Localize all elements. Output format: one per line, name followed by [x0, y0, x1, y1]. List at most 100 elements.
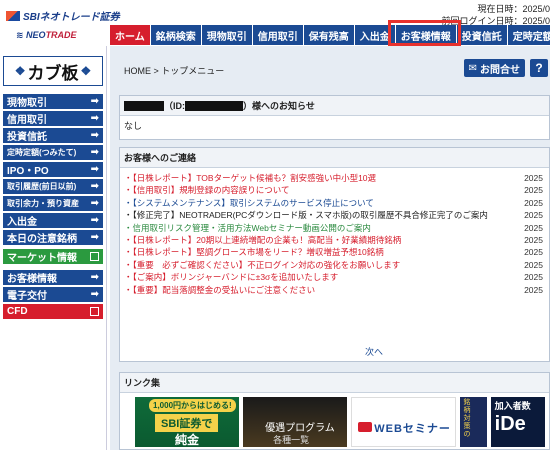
neotrade-logo[interactable]: ≋ NEOTRADE [16, 30, 77, 41]
news-link[interactable]: ・【日株レポート】20期以上連続増配の企業も！高配当・好業績期待銘柄 [124, 234, 401, 246]
arrow-right-icon: ➡ [90, 181, 99, 192]
sidebar-item-label: 本日の注意銘柄 [7, 234, 77, 245]
sidebar-item-ipo-po[interactable]: IPO・PO ➡ [3, 162, 103, 177]
current-datetime: 現在日時：2025/0 [477, 4, 550, 14]
tab-margin-trading[interactable]: 信用取引 [252, 25, 304, 45]
news-link[interactable]: ・【重要 必ずご確認ください】不正ログイン対応の強化をお願いします [124, 259, 400, 271]
help-button[interactable]: ? [530, 59, 548, 77]
sidebar-item-label: お客様情報 [7, 274, 57, 285]
banner-preferential-program[interactable]: 優遇プログラム 各種一覧 [243, 397, 348, 447]
sidebar-item-fixed-amount[interactable]: 定時定額(つみたて) ➡ [3, 145, 103, 160]
arrow-right-icon: ➡ [90, 147, 99, 158]
banner-text: SBI証券で [155, 414, 219, 432]
list-item[interactable]: ・【日株レポート】TOBターゲット候補も？割安感強い中小型10選 2025 [124, 172, 545, 184]
banner-text: 各種一覧 [273, 435, 310, 445]
news-date: 2025 [524, 222, 543, 233]
news-date: 2025 [524, 235, 543, 246]
tab-investment-trust[interactable]: 投資信託 [456, 25, 508, 45]
news-panel: お客様へのご連絡 ・【日株レポート】TOBターゲット候補も？割安感強い中小型10… [119, 147, 550, 362]
sidebar-item-customer-info[interactable]: お客様情報 ➡ [3, 270, 103, 285]
banner-text: iDe [494, 413, 526, 435]
banner-row: 1,000円からはじめる! SBI証券で 純金 優遇プログラム 各種一覧 WEB… [120, 393, 549, 447]
sidebar-item-trade-history[interactable]: 取引履歴(前日以前) ➡ [3, 179, 103, 194]
sidebar-item-caution-stocks[interactable]: 本日の注意銘柄 ➡ [3, 230, 103, 245]
links-panel: リンク集 1,000円からはじめる! SBI証券で 純金 優遇プログラム 各種一… [119, 372, 550, 450]
tab-fixed-amount[interactable]: 定時定額 [507, 25, 550, 45]
news-date: 2025 [524, 259, 543, 270]
banner-text: 加入者数 [494, 401, 531, 411]
external-window-icon [90, 307, 99, 316]
list-item[interactable]: ・【信用取引】規制登録の内容誤りについて 2025 [124, 184, 545, 196]
sidebar-item-label: 電子交付 [7, 291, 47, 302]
kabuita-banner[interactable]: ❖ カブ板 ❖ [3, 56, 103, 86]
news-link[interactable]: ・【システムメンテナンス】取引システムのサービス停止について [124, 197, 374, 209]
arrow-right-icon: ➡ [90, 272, 99, 283]
news-list: ・【日株レポート】TOBターゲット候補も？割安感強い中小型10選 2025 ・【信… [120, 168, 549, 296]
banner-web-seminar[interactable]: WEBセミナー [351, 397, 456, 447]
news-link[interactable]: ・信用取引リスク管理・活用方法Webセミナー動画公開のご案内 [124, 222, 371, 234]
next-page-link[interactable]: 次へ [365, 345, 383, 358]
news-date: 2025 [524, 185, 543, 196]
list-item[interactable]: ・信用取引リスク管理・活用方法Webセミナー動画公開のご案内 2025 [124, 222, 545, 234]
banner-text: 純金 [175, 433, 200, 447]
inquiry-button[interactable]: ✉ お問合せ [463, 59, 525, 77]
external-window-icon [90, 252, 99, 261]
kabuita-right-deco-icon: ❖ [80, 64, 92, 78]
news-link[interactable]: ・【日株レポート】堅調グロース市場をリード？増収増益予想10銘柄 [124, 246, 384, 258]
neotrade-logo-text-b: TRADE [45, 30, 77, 40]
banner-stock-measures[interactable]: 銘柄対策の [459, 397, 487, 447]
arrow-right-icon: ➡ [90, 113, 99, 124]
news-link[interactable]: ・【日株レポート】TOBターゲット候補も？割安感強い中小型10選 [124, 172, 376, 184]
news-link[interactable]: ・【重要】配当落調整金の受払いにご注意ください [124, 284, 315, 296]
sidebar-item-cfd[interactable]: CFD [3, 304, 103, 319]
sidebar-item-label: 取引余力・預り資産 [7, 199, 79, 208]
news-date: 2025 [524, 197, 543, 208]
banner-ideco[interactable]: 加入者数 iDe [490, 397, 545, 447]
header: SBIネオトレード証券 ≋ NEOTRADE 現在日時：2025/0 前回ログイ… [0, 0, 550, 46]
news-link[interactable]: ・【ご案内】ボリンジャーバンドに±3σを追加いたします [124, 271, 338, 283]
arrow-right-icon: ➡ [90, 198, 99, 209]
sidebar-item-spot-trading[interactable]: 現物取引 ➡ [3, 94, 103, 109]
arrow-right-icon: ➡ [90, 96, 99, 107]
list-item[interactable]: ・【重要】配当落調整金の受払いにご注意ください 2025 [124, 284, 545, 296]
redacted-id [185, 100, 243, 111]
neotrade-logo-icon: ≋ [16, 30, 27, 40]
news-link[interactable]: ・【修正完了】NEOTRADER(PCダウンロード版・スマホ版)の取引履歴不具合… [124, 209, 488, 221]
tab-holdings[interactable]: 保有残高 [303, 25, 355, 45]
play-icon [358, 422, 373, 432]
notice-panel-body: なし [124, 121, 143, 131]
sidebar-item-label: CFD [7, 306, 28, 317]
sidebar-item-investment-trust[interactable]: 投資信託 ➡ [3, 128, 103, 143]
neotrade-logo-text-a: NEO [26, 30, 46, 40]
list-item[interactable]: ・【ご案内】ボリンジャーバンドに±3σを追加いたします 2025 [124, 271, 545, 283]
top-navigation: ホーム 銘柄検索 現物取引 信用取引 保有残高 入出金 お客様情報 投資信託 定… [110, 25, 550, 45]
tab-home[interactable]: ホーム [110, 25, 151, 45]
sidebar-item-market-info[interactable]: マーケット情報 [3, 249, 103, 264]
annotation-highlight-box [388, 20, 461, 46]
news-date: 2025 [524, 284, 543, 295]
links-panel-title: リンク集 [120, 373, 549, 393]
sidebar-item-margin-trading[interactable]: 信用取引 ➡ [3, 111, 103, 126]
sidebar-item-buying-power[interactable]: 取引余力・預り資産 ➡ [3, 196, 103, 211]
list-item[interactable]: ・【日株レポート】20期以上連続増配の企業も！高配当・好業績期待銘柄 2025 [124, 234, 545, 246]
sidebar-item-e-delivery[interactable]: 電子交付 ➡ [3, 287, 103, 302]
sidebar-item-label: 入出金 [7, 217, 37, 228]
arrow-right-icon: ➡ [90, 232, 99, 243]
list-item[interactable]: ・【日株レポート】堅調グロース市場をリード？増収増益予想10銘柄 2025 [124, 246, 545, 258]
list-item[interactable]: ・【重要 必ずご確認ください】不正ログイン対応の強化をお願いします 2025 [124, 259, 545, 271]
sidebar-item-deposit-withdrawal[interactable]: 入出金 ➡ [3, 213, 103, 228]
sidebar-item-label: IPO・PO [7, 166, 49, 177]
sidebar-item-label: マーケット情報 [7, 253, 77, 264]
tab-spot-trading[interactable]: 現物取引 [201, 25, 253, 45]
banner-text: WEBセミナー [374, 423, 451, 435]
breadcrumb: HOME > トップメニュー [124, 66, 225, 76]
tab-stock-search[interactable]: 銘柄検索 [150, 25, 202, 45]
banner-sbi-gold[interactable]: 1,000円からはじめる! SBI証券で 純金 [135, 397, 240, 447]
news-date: 2025 [524, 173, 543, 183]
list-item[interactable]: ・【修正完了】NEOTRADER(PCダウンロード版・スマホ版)の取引履歴不具合… [124, 209, 545, 221]
kabuita-label: カブ板 [27, 63, 79, 84]
news-link[interactable]: ・【信用取引】規制登録の内容誤りについて [124, 184, 290, 196]
sbi-logo-mark-icon [6, 10, 20, 21]
sbi-logo[interactable]: SBIネオトレード証券 [6, 8, 120, 23]
list-item[interactable]: ・【システムメンテナンス】取引システムのサービス停止について 2025 [124, 197, 545, 209]
